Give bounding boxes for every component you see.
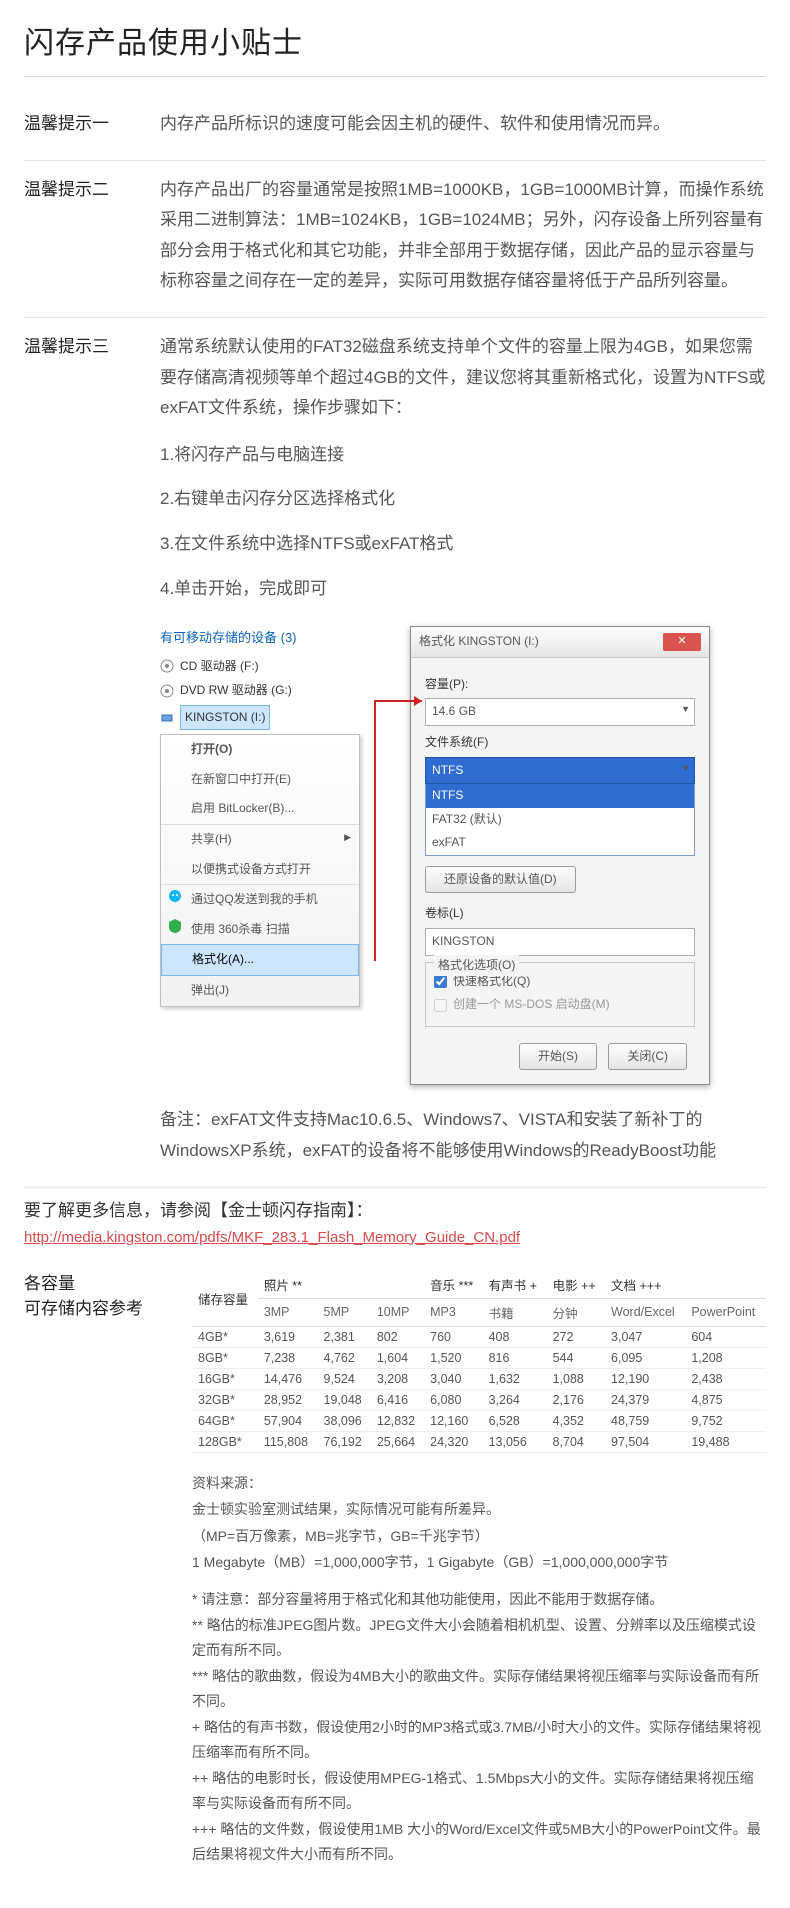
step-4: 4.单击开始，完成即可: [160, 574, 766, 605]
source-line: ++ 略估的电影时长，假设使用MPEG-1格式、1.5Mbps大小的文件。实际存…: [192, 1766, 766, 1815]
ctx-bitlocker[interactable]: 启用 BitLocker(B)...: [161, 794, 359, 824]
drive-dvd[interactable]: DVD RW 驱动器 (G:): [160, 680, 400, 702]
fs-option-fat32[interactable]: FAT32 (默认): [426, 808, 694, 832]
devices-heading: 有可移动存储的设备 (3): [160, 626, 400, 649]
fs-option-ntfs[interactable]: NTFS: [426, 784, 694, 808]
step-3: 3.在文件系统中选择NTFS或exFAT格式: [160, 529, 766, 560]
tip-2-body: 内存产品出厂的容量通常是按照1MB=1000KB，1GB=1000MB计算，而操…: [160, 175, 766, 297]
sources-block: 资料来源：金士顿实验室测试结果，实际情况可能有所差异。（MP=百万像素，MB=兆…: [192, 1471, 766, 1867]
source-line: + 略估的有声书数，假设使用2小时的MP3格式或3.7MB/小时大小的文件。实际…: [192, 1715, 766, 1764]
gh-music: 音乐 ***: [424, 1271, 482, 1299]
dos-boot-label: 创建一个 MS-DOS 启动盘(M): [453, 994, 610, 1016]
tip-3-label: 温馨提示三: [24, 332, 132, 1167]
ctx-eject[interactable]: 弹出(J): [161, 976, 359, 1006]
source-line: +++ 略估的文件数，假设使用1MB 大小的Word/Excel文件或5MB大小…: [192, 1817, 766, 1866]
gh-movie: 电影 ++: [547, 1271, 605, 1299]
ctx-format[interactable]: 格式化(A)...: [161, 944, 359, 976]
ctx-open-new[interactable]: 在新窗口中打开(E): [161, 765, 359, 795]
volume-input[interactable]: KINGSTON: [425, 928, 695, 956]
col-storage: 储存容量: [192, 1271, 258, 1327]
format-illustration: 有可移动存储的设备 (3) CD 驱动器 (F:) DVD RW 驱动器 (G:…: [160, 626, 766, 1085]
options-label: 格式化选项(O): [434, 955, 519, 977]
drive-cd-label: CD 驱动器 (F:): [180, 656, 259, 678]
disc-icon: [160, 684, 174, 698]
gh-audiobook: 有声书 +: [483, 1271, 547, 1299]
source-line: （MP=百万像素，MB=兆字节，GB=千兆字节）: [192, 1524, 766, 1549]
qq-icon: [167, 888, 183, 904]
start-button[interactable]: 开始(S): [519, 1043, 597, 1071]
source-line: 1 Megabyte（MB）=1,000,000字节，1 Gigabyte（GB…: [192, 1550, 766, 1575]
shield-icon: [167, 918, 183, 934]
fs-select[interactable]: NTFS: [425, 757, 695, 785]
ctx-360[interactable]: 使用 360杀毒 扫描: [161, 915, 359, 945]
fs-option-exfat[interactable]: exFAT: [426, 831, 694, 855]
ctx-portable[interactable]: 以便携式设备方式打开: [161, 855, 359, 885]
table-row: 128GB*115,80876,19225,66424,32013,0568,7…: [192, 1431, 766, 1452]
table-row: 8GB*7,2384,7621,6041,5208165446,0951,208: [192, 1347, 766, 1368]
fs-dropdown: NTFS FAT32 (默认) exFAT: [425, 783, 695, 856]
col-header: 10MP: [371, 1298, 424, 1326]
dialog-title: 格式化 KINGSTON (I:): [419, 631, 539, 653]
source-line: 金士顿实验室测试结果，实际情况可能有所差异。: [192, 1497, 766, 1522]
source-line: ** 略估的标准JPEG图片数。JPEG文件大小会随着相机机型、设置、分辨率以及…: [192, 1613, 766, 1662]
col-header: 分钟: [547, 1298, 605, 1326]
tip-3: 温馨提示三 通常系统默认使用的FAT32磁盘系统支持单个文件的容量上限为4GB，…: [24, 318, 766, 1188]
col-header: 3MP: [258, 1298, 318, 1326]
close-button-bottom[interactable]: 关闭(C): [608, 1043, 687, 1071]
table-row: 64GB*57,90438,09612,83212,1606,5284,3524…: [192, 1410, 766, 1431]
drive-kingston[interactable]: KINGSTON (I:): [160, 705, 400, 731]
source-line: * 请注意：部分容量将用于格式化和其他功能使用，因此不能用于数据存储。: [192, 1587, 766, 1612]
step-1: 1.将闪存产品与电脑连接: [160, 440, 766, 471]
volume-label: 卷标(L): [425, 903, 695, 925]
ctx-qq[interactable]: 通过QQ发送到我的手机: [161, 884, 359, 915]
col-header: PowerPoint: [685, 1298, 766, 1326]
capacity-label: 容量(P):: [425, 674, 695, 696]
drive-dvd-label: DVD RW 驱动器 (G:): [180, 680, 292, 702]
quick-format-checkbox[interactable]: [434, 975, 447, 988]
drive-cd[interactable]: CD 驱动器 (F:): [160, 656, 400, 678]
context-menu: 打开(O) 在新窗口中打开(E) 启用 BitLocker(B)... 共享(H…: [160, 734, 360, 1006]
table-row: 4GB*3,6192,3818027604082723,047604: [192, 1326, 766, 1347]
format-dialog: 格式化 KINGSTON (I:) ✕ 容量(P): 14.6 GB 文件系统(…: [410, 626, 710, 1085]
tip-1-body: 内存产品所标识的速度可能会因主机的硬件、软件和使用情况而异。: [160, 109, 766, 140]
gh-photo: 照片 **: [258, 1271, 424, 1299]
capacity-select[interactable]: 14.6 GB: [425, 698, 695, 726]
tip-1-label: 温馨提示一: [24, 109, 132, 140]
page-title: 闪存产品使用小贴士: [24, 18, 766, 77]
dos-boot-checkbox: [434, 999, 447, 1012]
restore-defaults-button[interactable]: 还原设备的默认值(D): [425, 866, 576, 894]
source-line: *** 略估的歌曲数，假设为4MB大小的歌曲文件。实际存储结果将视压缩率与实际设…: [192, 1664, 766, 1713]
table-row: 16GB*14,4769,5243,2083,0401,6321,08812,1…: [192, 1368, 766, 1389]
col-header: Word/Excel: [605, 1298, 685, 1326]
step-2: 2.右键单击闪存分区选择格式化: [160, 484, 766, 515]
tip-3-intro: 通常系统默认使用的FAT32磁盘系统支持单个文件的容量上限为4GB，如果您需要存…: [160, 332, 766, 424]
disc-icon: [160, 659, 174, 673]
tip-2: 温馨提示二 内存产品出厂的容量通常是按照1MB=1000KB，1GB=1000M…: [24, 161, 766, 318]
close-button[interactable]: ✕: [663, 633, 701, 651]
ctx-open[interactable]: 打开(O): [161, 735, 359, 765]
usb-icon: [160, 711, 174, 725]
col-header: MP3: [424, 1298, 482, 1326]
tip-3-note: 备注：exFAT文件支持Mac10.6.5、Windows7、VISTA和安装了…: [160, 1105, 766, 1166]
gh-doc: 文档 +++: [605, 1271, 766, 1299]
tip-1: 温馨提示一 内存产品所标识的速度可能会因主机的硬件、软件和使用情况而异。: [24, 95, 766, 161]
source-line: 资料来源：: [192, 1471, 766, 1496]
capacity-heading: 各容量 可存储内容参考: [24, 1271, 174, 1869]
more-info-lead: 要了解更多信息，请参阅【金士顿闪存指南】：: [24, 1196, 766, 1221]
capacity-table: 储存容量 照片 ** 音乐 *** 有声书 + 电影 ++ 文档 +++ 3MP…: [192, 1271, 766, 1453]
drive-kingston-label: KINGSTON (I:): [180, 705, 270, 731]
col-header: 5MP: [318, 1298, 371, 1326]
fs-label: 文件系统(F): [425, 732, 695, 754]
guide-link[interactable]: http://media.kingston.com/pdfs/MKF_283.1…: [24, 1229, 520, 1246]
table-row: 32GB*28,95219,0486,4166,0803,2642,17624,…: [192, 1389, 766, 1410]
col-header: 书籍: [483, 1298, 547, 1326]
tip-2-label: 温馨提示二: [24, 175, 132, 297]
ctx-share[interactable]: 共享(H): [161, 824, 359, 855]
